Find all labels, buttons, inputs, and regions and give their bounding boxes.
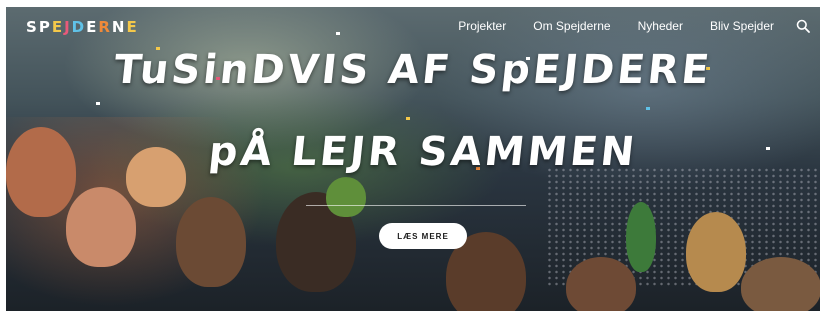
- read-more-button[interactable]: LÆS MERE: [379, 223, 467, 249]
- nav-link-bliv-spejder[interactable]: Bliv Spejder: [710, 19, 774, 33]
- confetti: [646, 107, 650, 110]
- crowd-head: [66, 187, 136, 267]
- top-navigation: SPEJDERNE Projekter Om Spejderne Nyheder…: [6, 7, 820, 47]
- logo-letter: D: [71, 18, 87, 36]
- logo-letter: E: [126, 18, 139, 36]
- logo-letter: S: [26, 18, 39, 36]
- main-menu: Projekter Om Spejderne Nyheder Bliv Spej…: [431, 19, 810, 33]
- hero-headline-line-1: TuSinDVIS AF SpEJDERE: [111, 47, 715, 93]
- crowd-head: [326, 177, 366, 217]
- crowd-head: [176, 197, 246, 287]
- nav-link-nyheder[interactable]: Nyheder: [638, 19, 683, 33]
- hero-section: SPEJDERNE Projekter Om Spejderne Nyheder…: [6, 7, 820, 311]
- confetti: [96, 102, 100, 105]
- spejderne-logo[interactable]: SPEJDERNE: [26, 18, 139, 36]
- crowd-head: [626, 202, 656, 272]
- logo-letter: E: [86, 18, 99, 36]
- crowd-head: [741, 257, 820, 311]
- logo-letter: E: [51, 18, 65, 36]
- hero-headline-line-2: pÅ LEJR SAMMEN: [206, 129, 640, 175]
- nav-link-om-spejderne[interactable]: Om Spejderne: [533, 19, 610, 33]
- crowd-head: [566, 257, 636, 311]
- logo-letter: J: [64, 18, 72, 36]
- crowd-head: [686, 212, 746, 292]
- logo-letter: R: [98, 18, 112, 36]
- nav-link-projekter[interactable]: Projekter: [458, 19, 506, 33]
- search-icon[interactable]: [796, 19, 810, 33]
- logo-letter: N: [111, 18, 127, 36]
- hero-divider: [306, 205, 526, 206]
- confetti: [406, 117, 410, 120]
- logo-letter: P: [38, 18, 52, 36]
